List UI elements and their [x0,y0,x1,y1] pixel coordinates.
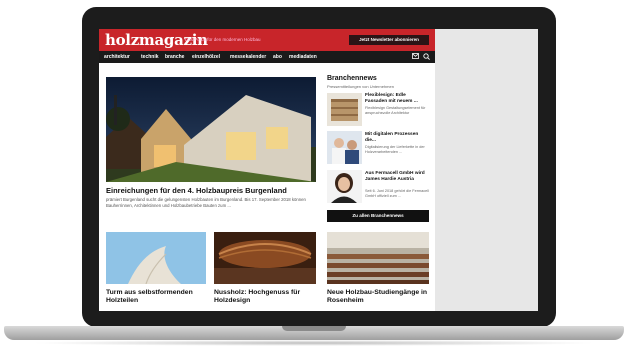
laptop-base-notch [282,326,346,331]
sidebar-item-text-3: Seit 6. Juni 2018 gehört die Fermacell G… [365,189,429,198]
hero-title[interactable]: Einreichungen für den 4. Holzbaupreis Bu… [106,186,287,195]
sidebar-item-title-1[interactable]: Flexiblesign: Edle Fassaden mit neuem ..… [365,93,429,105]
newsletter-button[interactable]: Jetzt Newsletter abonnieren [349,35,429,45]
all-branchennews-button[interactable]: Zu allen Branchennews [327,210,429,222]
nav-item-abo[interactable]: abo [273,54,282,60]
card-title-2[interactable]: Nussholz: Hochgenuss für Holzdesign [214,289,316,305]
site-header: holzmagazin Das Portal für den modernen … [99,29,435,51]
main-nav: architektur technik branche einzelhölzel… [99,51,435,63]
card-image-1[interactable] [106,232,206,284]
laptop-shadow [30,340,598,346]
card-title-1[interactable]: Turm aus selbstformenden Holzteilen [106,289,206,305]
card-title-3[interactable]: Neue Holzbau-Studiengänge in Rosenheim [327,289,429,305]
nav-item-technik[interactable]: technik [141,54,159,60]
website: holzmagazin Das Portal für den modernen … [99,29,435,311]
card-image-2[interactable] [214,232,316,284]
sidebar-item-title-2[interactable]: Mit digitalen Prozessen die... [365,132,429,144]
page-background [435,29,538,311]
hero-image[interactable] [106,77,316,182]
card-image-3[interactable] [327,232,429,284]
nav-item-mediadaten[interactable]: mediadaten [289,54,317,60]
sidebar-item-image-2[interactable] [327,131,362,164]
sidebar-subtitle: Pressemitteilungen von Unternehmen [327,84,394,89]
hero-text: prämiert Burgenland sucht die gelungenst… [106,197,306,208]
sidebar-item-title-3[interactable]: Aus Fermacell GmbH wird James Hardie Aus… [365,171,429,183]
nav-item-einzelhoelzel[interactable]: einzelhölzel [192,54,220,60]
sidebar-item-image-1[interactable] [327,93,362,126]
search-icon[interactable] [422,53,430,61]
site-tagline: Das Portal für den modernen Holzbau [185,37,261,42]
nav-item-branche[interactable]: branche [165,54,184,60]
sidebar-item-image-3[interactable] [327,170,362,203]
sidebar-title: Branchennews [327,75,377,82]
laptop-frame: holzmagazin Das Portal für den modernen … [0,0,628,349]
sidebar-item-text-1: Flexiblesign Gestaltungselement für ansp… [365,106,426,115]
nav-item-architektur[interactable]: architektur [104,54,130,60]
nav-item-messekalender[interactable]: messekalender [230,54,266,60]
sidebar-item-text-2: Digitalisierung der Lieferkette in der H… [365,145,425,154]
laptop-screen: holzmagazin Das Portal für den modernen … [99,29,538,311]
mail-icon[interactable] [411,53,419,61]
